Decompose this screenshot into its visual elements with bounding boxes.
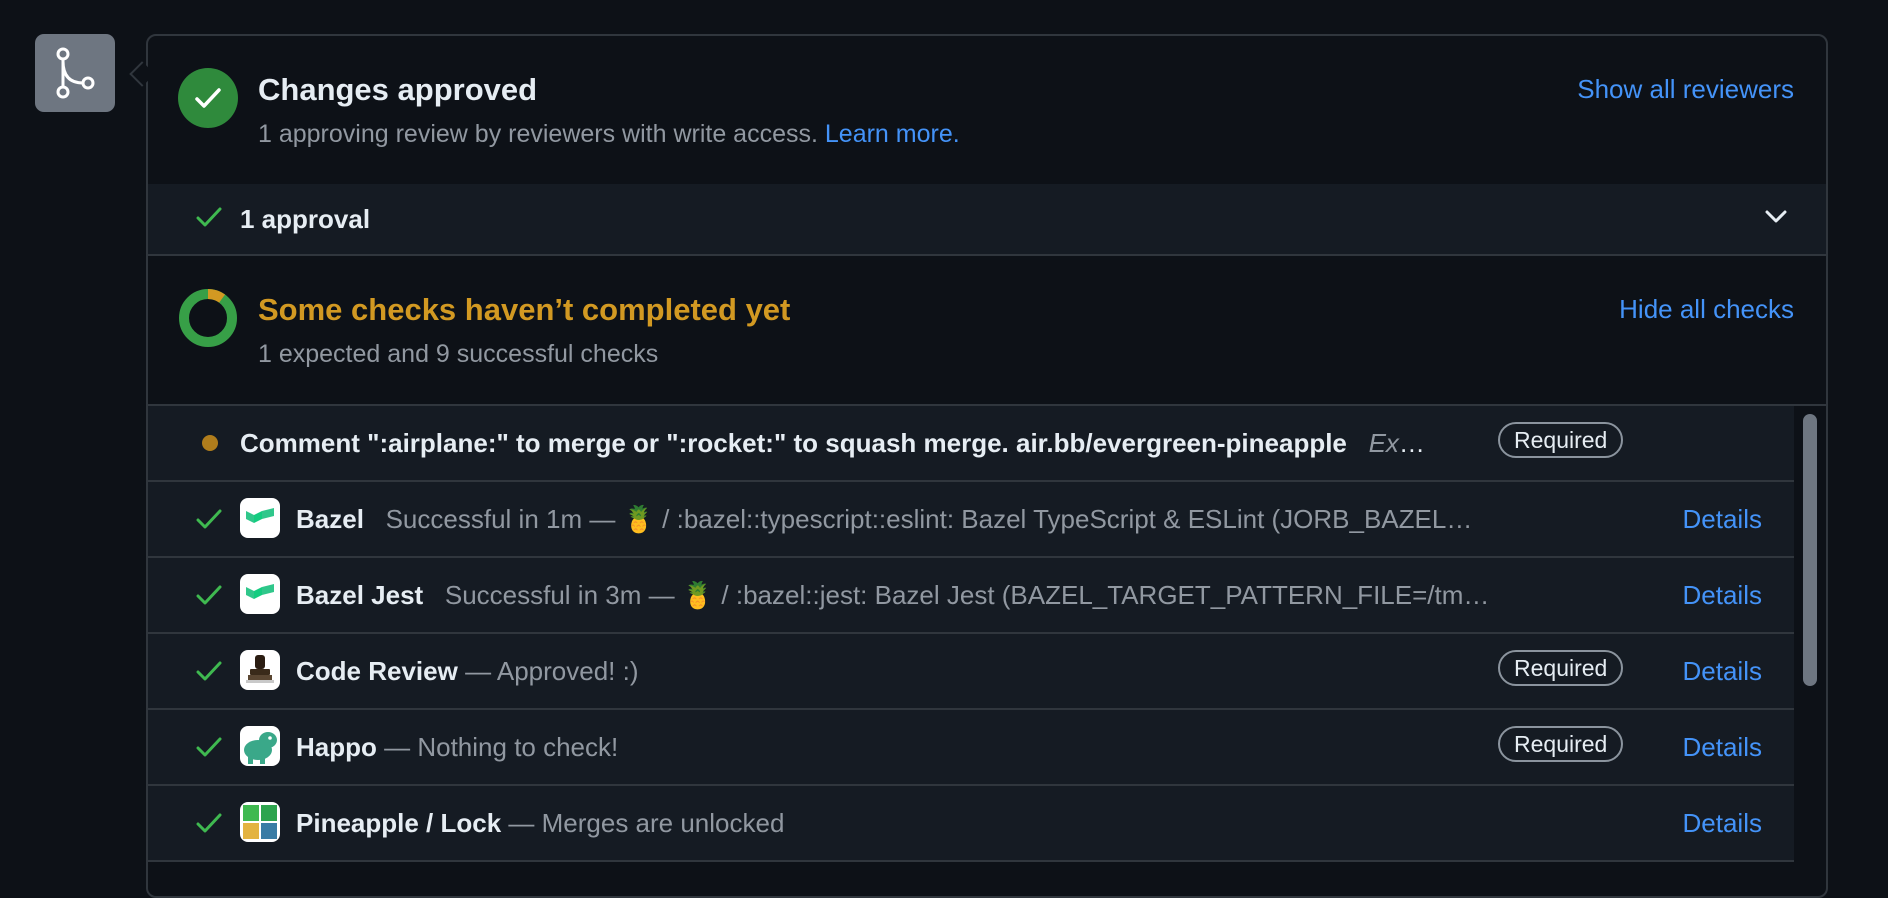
check-icon [196, 206, 222, 233]
check-name: Bazel Jest [296, 580, 424, 610]
buildkite-icon [240, 498, 280, 538]
checks-scrollbar-thumb[interactable] [1803, 414, 1817, 686]
chevron-down-icon[interactable] [1764, 208, 1788, 229]
check-description: Expec… [1368, 428, 1435, 458]
check-row: Pineapple / Lock — Merges are unlocked D… [148, 786, 1794, 862]
required-badge: Required [1498, 422, 1624, 458]
details-link[interactable]: Details [1683, 656, 1762, 687]
check-row: Comment ":airplane:" to merge or ":rocke… [148, 406, 1794, 482]
check-description: Successful in 3m — 🍍 / :bazel::jest: Baz… [444, 580, 1490, 610]
check-icon [196, 584, 222, 611]
hippo-icon [240, 726, 280, 766]
check-name: Happo [296, 732, 377, 762]
check-description: — Nothing to check! [384, 732, 619, 762]
learn-more-link[interactable]: Learn more. [825, 120, 960, 148]
approval-count: 1 approval [240, 204, 371, 234]
pineapple-lock-icon [240, 802, 280, 842]
details-link[interactable]: Details [1683, 580, 1762, 611]
merge-status-panel: Changes approved 1 approving review by r… [146, 34, 1828, 898]
git-merge-icon [35, 34, 115, 112]
checks-status-section: Some checks haven’t completed yet 1 expe… [148, 256, 1826, 406]
check-text: Bazel Successful in 1m — 🍍 / :bazel::typ… [296, 504, 1472, 535]
details-link[interactable]: Details [1683, 504, 1762, 535]
hide-all-checks-link[interactable]: Hide all checks [1619, 294, 1794, 325]
check-icon [196, 508, 222, 535]
check-icon [196, 736, 222, 763]
required-badge: Required [1498, 650, 1624, 686]
checks-title: Some checks haven’t completed yet [258, 292, 791, 327]
approval-status-section: Changes approved 1 approving review by r… [148, 36, 1826, 184]
check-text: Bazel Jest Successful in 3m — 🍍 / :bazel… [296, 580, 1489, 611]
check-row: Code Review — Approved! :) Required Deta… [148, 634, 1794, 710]
check-description: — Approved! :) [465, 656, 639, 686]
checks-list: Comment ":airplane:" to merge or ":rocke… [148, 406, 1826, 866]
approval-subtitle: 1 approving review by reviewers with wri… [258, 120, 960, 149]
checks-progress-donut-icon [179, 289, 237, 347]
check-text: Pineapple / Lock — Merges are unlocked [296, 808, 784, 839]
check-icon [196, 812, 222, 839]
approved-check-icon [178, 68, 238, 128]
check-row: Bazel Successful in 1m — 🍍 / :bazel::typ… [148, 482, 1794, 558]
stamp-icon [240, 650, 280, 690]
show-all-reviewers-link[interactable]: Show all reviewers [1577, 74, 1794, 105]
check-text: Happo — Nothing to check! [296, 732, 618, 763]
check-row: Bazel Jest Successful in 3m — 🍍 / :bazel… [148, 558, 1794, 634]
checks-subtitle: 1 expected and 9 successful checks [258, 340, 659, 368]
check-description: Successful in 1m — 🍍 / :bazel::typescrip… [385, 504, 1473, 534]
check-name: Bazel [296, 504, 364, 534]
check-name: Pineapple / Lock [296, 808, 502, 838]
details-link[interactable]: Details [1683, 808, 1762, 839]
check-text: Code Review — Approved! :) [296, 656, 638, 687]
required-badge: Required [1498, 726, 1624, 762]
details-link[interactable]: Details [1683, 732, 1762, 763]
check-name: Code Review [296, 656, 458, 686]
check-description: — Merges are unlocked [508, 808, 785, 838]
check-icon [196, 660, 222, 687]
approvals-toggle[interactable]: 1 approval [148, 184, 1826, 256]
check-text: Comment ":airplane:" to merge or ":rocke… [240, 428, 1435, 459]
pending-dot-icon [202, 435, 218, 451]
approval-subtitle-text: 1 approving review by reviewers with wri… [258, 120, 818, 148]
buildkite-icon [240, 574, 280, 614]
check-name: Comment ":airplane:" to merge or ":rocke… [240, 428, 1347, 458]
check-row: Happo — Nothing to check! Required Detai… [148, 710, 1794, 786]
approval-title: Changes approved [258, 72, 538, 107]
